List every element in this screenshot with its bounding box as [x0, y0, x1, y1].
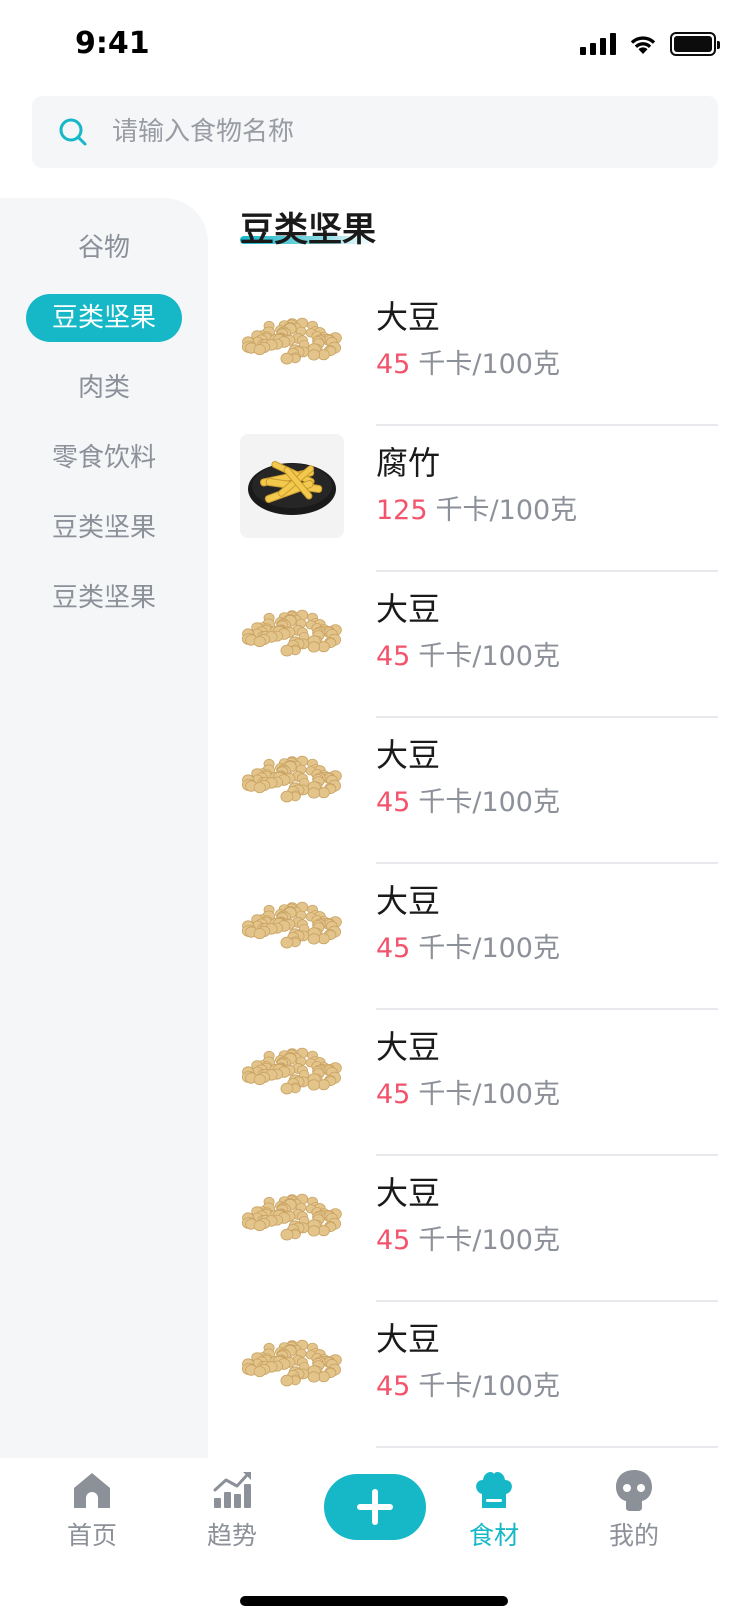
chart-icon	[213, 1472, 251, 1508]
tab-food[interactable]: 食材	[434, 1468, 554, 1552]
food-item[interactable]: 大豆 45 千卡/100克	[240, 572, 718, 718]
soybean-image	[241, 1193, 342, 1241]
search-bar[interactable]	[32, 96, 718, 168]
food-name: 腐竹	[376, 444, 441, 482]
food-calories: 45 千卡/100克	[376, 634, 560, 673]
food-calories: 45 千卡/100克	[376, 342, 560, 381]
tab-me-label: 我的	[608, 1521, 659, 1550]
add-button[interactable]	[324, 1474, 426, 1540]
user-icon	[616, 1470, 652, 1511]
tab-home[interactable]: 首页	[32, 1468, 152, 1552]
calorie-unit: 千卡/100克	[418, 1225, 560, 1256]
tab-food-label: 食材	[468, 1521, 519, 1550]
calorie-unit: 千卡/100克	[418, 787, 560, 818]
food-name: 大豆	[376, 1174, 441, 1212]
calorie-value: 45	[376, 349, 411, 380]
status-time: 9:41	[75, 26, 150, 61]
food-item[interactable]: 大豆 45 千卡/100克	[240, 1302, 718, 1448]
calorie-value: 45	[376, 1079, 411, 1110]
search-icon	[59, 118, 87, 146]
soybean-image	[241, 755, 342, 803]
calorie-value: 125	[376, 495, 428, 526]
divider	[376, 1446, 718, 1448]
tab-trend[interactable]: 趋势	[172, 1468, 292, 1552]
sidebar-item-beans-nuts-active[interactable]: 豆类坚果	[26, 294, 182, 342]
food-name: 大豆	[376, 1028, 441, 1066]
food-calories: 125 千卡/100克	[376, 488, 577, 527]
tab-me[interactable]: 我的	[574, 1468, 694, 1552]
sidebar-item-grains[interactable]: 谷物	[26, 224, 182, 272]
sidebar-item-meat[interactable]: 肉类	[26, 364, 182, 412]
soybean-image	[241, 1047, 342, 1095]
tab-home-label: 首页	[66, 1521, 117, 1550]
section-title: 豆类坚果	[240, 210, 376, 250]
sidebar-item-beans-nuts-3[interactable]: 豆类坚果	[26, 574, 182, 622]
food-name: 大豆	[376, 298, 441, 336]
calorie-unit: 千卡/100克	[418, 933, 560, 964]
food-item[interactable]: 大豆 45 千卡/100克	[240, 1156, 718, 1302]
wifi-icon	[630, 36, 656, 54]
food-item[interactable]: 大豆 45 千卡/100克	[240, 280, 718, 426]
sidebar-item-snacks-drinks[interactable]: 零食饮料	[26, 434, 182, 482]
food-calories: 45 千卡/100克	[376, 780, 560, 819]
food-item[interactable]: 腐竹 125 千卡/100克	[240, 426, 718, 572]
calorie-value: 45	[376, 1225, 411, 1256]
sidebar-item-beans-nuts-2[interactable]: 豆类坚果	[26, 504, 182, 552]
status-bar: 9:41	[0, 0, 750, 88]
cellular-signal-icon	[580, 33, 616, 55]
food-calories: 45 千卡/100克	[376, 1218, 560, 1257]
food-list: 大豆 45 千卡/100克 腐竹 125 千卡/100克 大豆 45 千卡/100克 …	[240, 280, 718, 1448]
soybean-image	[241, 317, 342, 365]
food-calories: 45 千卡/100克	[376, 926, 560, 965]
soybean-image	[241, 901, 342, 949]
calorie-value: 45	[376, 933, 411, 964]
food-name: 大豆	[376, 590, 441, 628]
calorie-unit: 千卡/100克	[418, 1371, 560, 1402]
battery-icon	[670, 32, 720, 56]
calorie-value: 45	[376, 641, 411, 672]
food-name: 大豆	[376, 736, 441, 774]
soybean-image	[241, 609, 342, 657]
food-calories: 45 千卡/100克	[376, 1072, 560, 1111]
calorie-unit: 千卡/100克	[435, 495, 578, 526]
yuba-plate-image	[240, 434, 344, 538]
food-item[interactable]: 大豆 45 千卡/100克	[240, 1010, 718, 1156]
food-name: 大豆	[376, 1320, 441, 1358]
food-name: 大豆	[376, 882, 441, 920]
calorie-unit: 千卡/100克	[418, 641, 560, 672]
food-item[interactable]: 大豆 45 千卡/100克	[240, 718, 718, 864]
calorie-value: 45	[376, 787, 411, 818]
soybean-image	[241, 1339, 342, 1387]
calorie-unit: 千卡/100克	[418, 1079, 560, 1110]
category-sidebar: 谷物 豆类坚果 肉类 零食饮料 豆类坚果 豆类坚果	[0, 198, 208, 1458]
calorie-unit: 千卡/100克	[418, 349, 560, 380]
food-item[interactable]: 大豆 45 千卡/100克	[240, 864, 718, 1010]
tab-trend-label: 趋势	[206, 1521, 257, 1550]
search-input[interactable]	[112, 117, 672, 147]
home-icon	[74, 1473, 110, 1508]
calorie-value: 45	[376, 1371, 411, 1402]
food-calories: 45 千卡/100克	[376, 1364, 560, 1403]
status-icons	[580, 32, 720, 56]
home-indicator	[240, 1596, 508, 1606]
chef-hat-icon	[476, 1472, 512, 1508]
